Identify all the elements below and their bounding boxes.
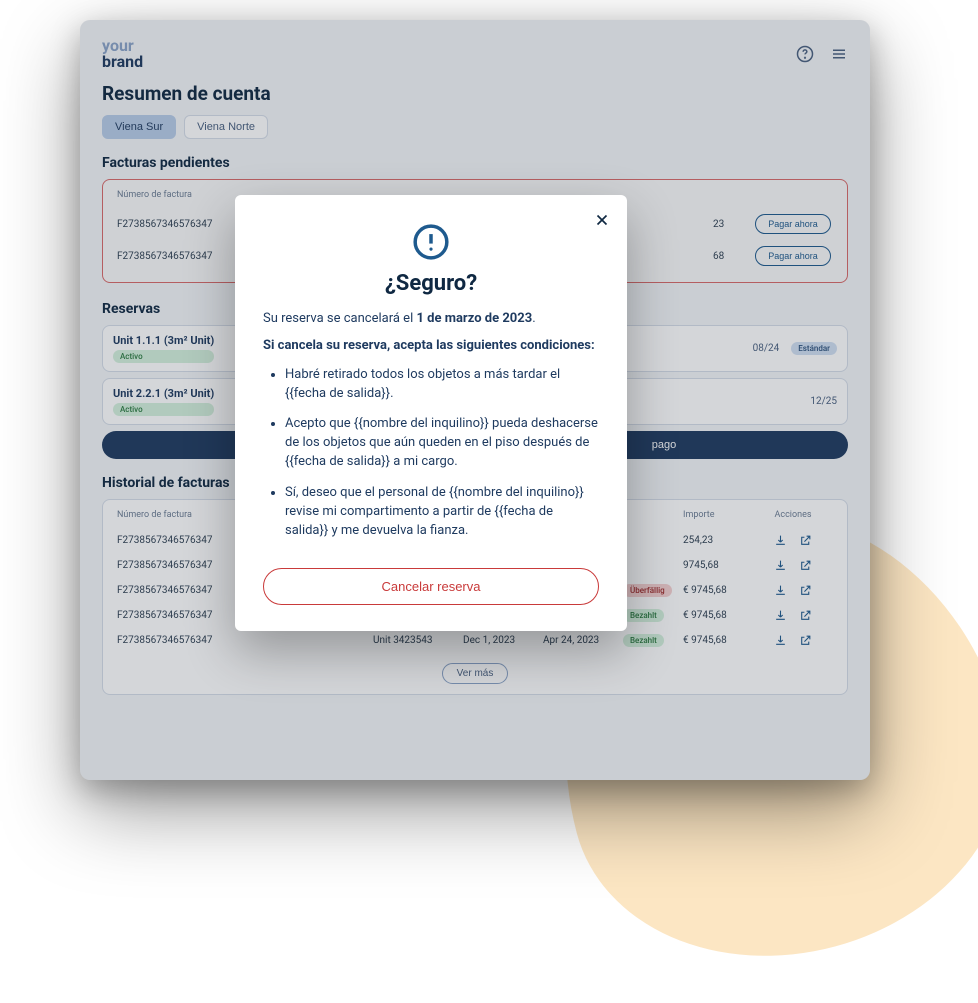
alert-icon: [263, 223, 599, 261]
modal-intro-suffix: .: [532, 311, 535, 326]
modal-title: ¿Seguro?: [263, 271, 599, 296]
modal-bullet: Habré retirado todos los objetos a más t…: [285, 366, 599, 404]
cancel-modal: ¿Seguro? Su reserva se cancelará el 1 de…: [235, 195, 627, 631]
modal-intro-date: 1 de marzo de 2023: [416, 311, 532, 326]
modal-body: Su reserva se cancelará el 1 de marzo de…: [263, 310, 599, 540]
modal-intro-prefix: Su reserva se cancelará el: [263, 311, 416, 326]
modal-bullet: Acepto que {{nombre del inquilino}} pued…: [285, 415, 599, 472]
modal-bullet: Sí, deseo que el personal de {{nombre de…: [285, 484, 599, 541]
close-icon[interactable]: [593, 211, 611, 229]
modal-subhead: Si cancela su reserva, acepta las siguie…: [263, 337, 599, 356]
cancel-reservation-button[interactable]: Cancelar reserva: [263, 568, 599, 605]
modal-intro: Su reserva se cancelará el 1 de marzo de…: [263, 310, 599, 329]
